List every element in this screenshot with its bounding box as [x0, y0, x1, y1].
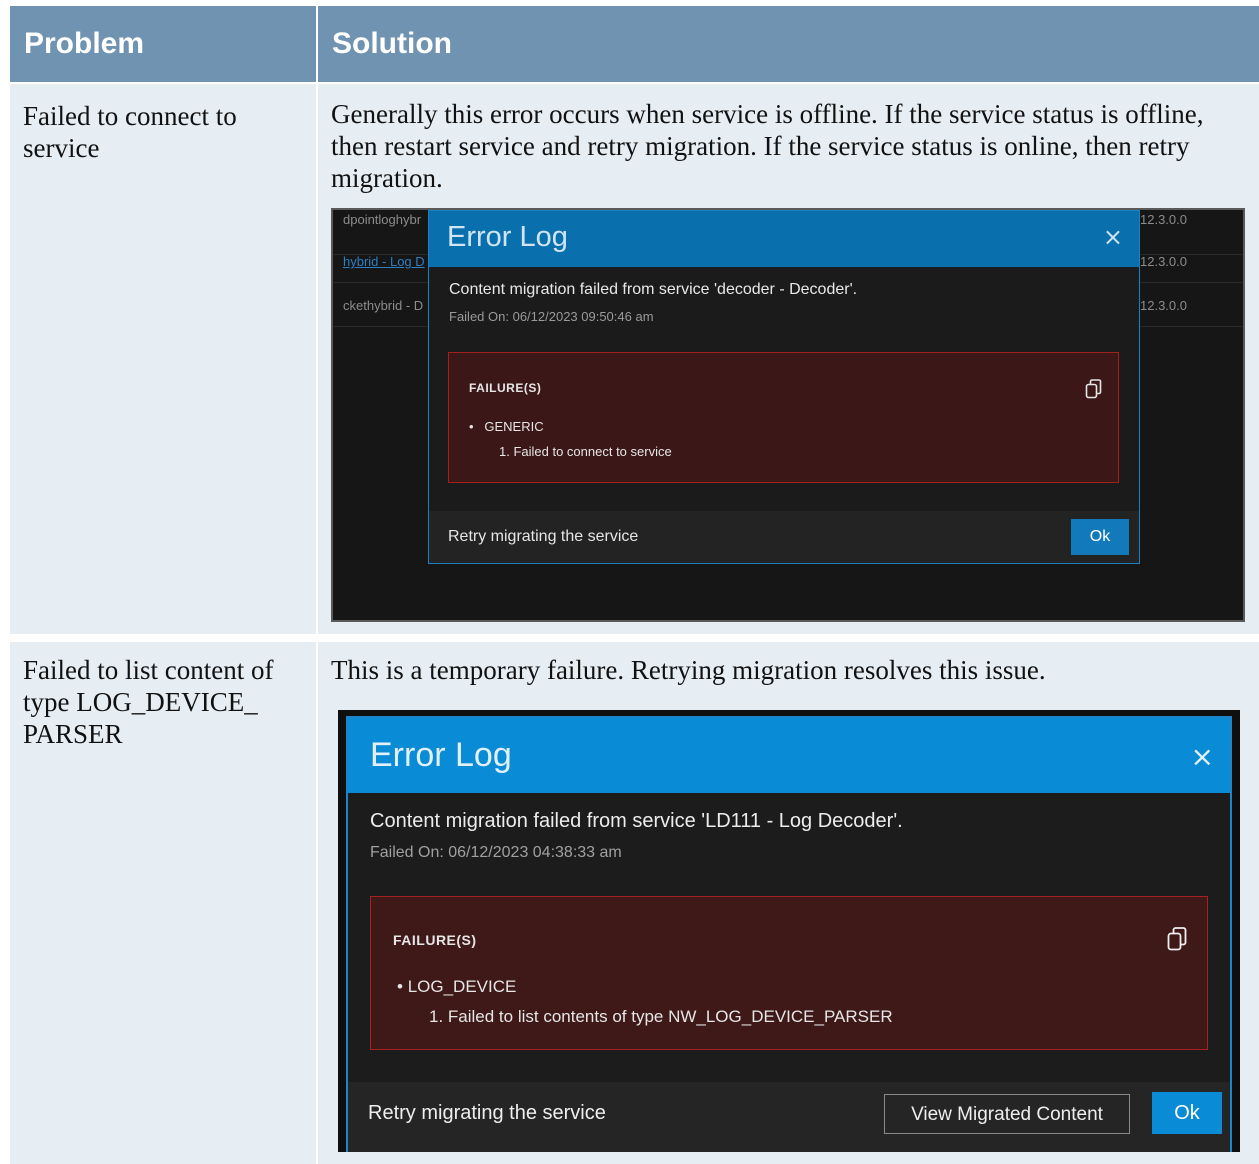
background-row-label: ckethybrid - D: [343, 298, 424, 313]
error-log-dialog: Error Log × Content migration failed fro…: [346, 716, 1232, 1152]
row1-problem-text: Failed to connect to service: [23, 101, 237, 163]
dialog-title: Error Log: [370, 736, 512, 774]
dialog-message: Content migration failed from service 'L…: [370, 810, 903, 832]
failures-box: FAILURE(S) • LOG_DEVICE 1. Failed to lis…: [370, 896, 1208, 1050]
failure-category: • LOG_DEVICE: [397, 977, 517, 996]
background-row-version: 12.3.0.0: [1140, 254, 1187, 269]
background-row-version: 12.3.0.0: [1140, 298, 1187, 313]
close-icon[interactable]: ×: [1103, 223, 1123, 251]
failed-on-timestamp: Failed On: 06/12/2023 09:50:46 am: [449, 309, 654, 324]
ok-button[interactable]: Ok: [1071, 519, 1129, 555]
background-row-version: 12.3.0.0: [1140, 212, 1187, 227]
dialog-titlebar: Error Log ×: [429, 211, 1139, 267]
copy-icon[interactable]: [1085, 379, 1102, 399]
failures-box: FAILURE(S) • GENERIC 1. Failed to connec…: [448, 352, 1119, 483]
dialog-footer: Retry migrating the service Ok: [429, 511, 1139, 563]
footer-text: Retry migrating the service: [448, 528, 639, 545]
background-row-label: dpointloghybr: [343, 212, 422, 227]
view-migrated-content-button[interactable]: View Migrated Content: [884, 1094, 1130, 1134]
row1-problem-cell: Failed to connect to service: [10, 84, 316, 634]
error-log-dialog: Error Log × Content migration failed fro…: [428, 210, 1140, 564]
copy-icon[interactable]: [1167, 927, 1187, 951]
dialog-message: Content migration failed from service 'd…: [449, 281, 858, 298]
dialog-titlebar: Error Log ×: [348, 718, 1230, 793]
error-log-screenshot-2: Error Log × Content migration failed fro…: [338, 710, 1240, 1152]
footer-text: Retry migrating the service: [368, 1102, 606, 1124]
background-row-link[interactable]: hybrid - Log D: [343, 254, 425, 269]
failure-category: • GENERIC: [469, 419, 544, 434]
failure-item: 1. Failed to list contents of type NW_LO…: [429, 1007, 893, 1026]
failures-label: FAILURE(S): [393, 932, 477, 948]
failed-on-timestamp: Failed On: 06/12/2023 04:38:33 am: [370, 844, 622, 861]
row2-solution-text: This is a temporary failure. Retrying mi…: [331, 655, 1046, 685]
error-log-screenshot-1: dpointloghybr 12.3.0.0 hybrid - Log D 12…: [331, 208, 1245, 622]
dialog-title: Error Log: [447, 221, 568, 253]
header-solution: Solution: [318, 6, 1259, 82]
failure-category-label: LOG_DEVICE: [407, 977, 517, 996]
dialog-footer: Retry migrating the service View Migrate…: [348, 1082, 1230, 1152]
failure-category-label: GENERIC: [484, 419, 544, 434]
row1-solution-text: Generally this error occurs when service…: [331, 99, 1204, 193]
row2-problem-text: Failed to list content of type LOG_DEVIC…: [23, 655, 274, 749]
failure-item: 1. Failed to connect to service: [499, 444, 672, 459]
close-icon[interactable]: ×: [1191, 740, 1214, 773]
ok-button[interactable]: Ok: [1152, 1092, 1222, 1134]
row2-problem-cell: Failed to list content of type LOG_DEVIC…: [10, 642, 316, 1164]
header-problem: Problem: [10, 6, 316, 82]
failures-label: FAILURE(S): [469, 381, 542, 395]
